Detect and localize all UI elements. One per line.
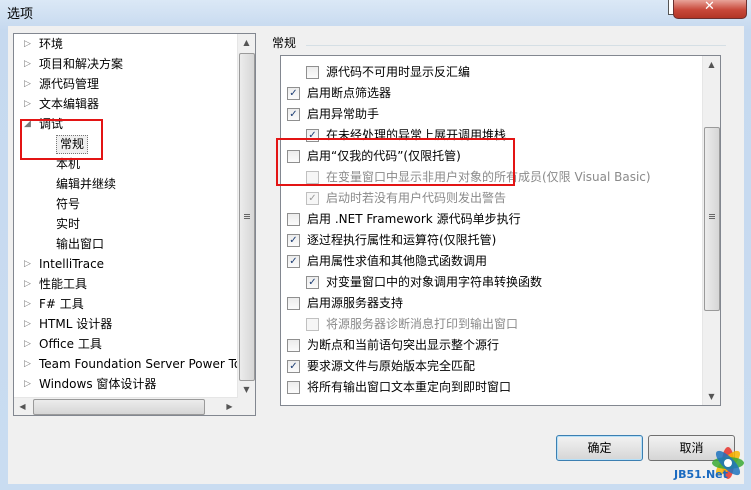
- window-title: 选项: [7, 7, 34, 22]
- ok-button[interactable]: 确定: [556, 435, 643, 461]
- section-title: 常规: [272, 36, 297, 50]
- tree-item-label: F# 工具: [39, 297, 84, 311]
- option-row[interactable]: ✓ 启用断点筛选器: [281, 83, 701, 104]
- option-row[interactable]: ✓ 逐过程执行属性和运算符(仅限托管): [281, 230, 701, 251]
- scroll-corner: [238, 398, 255, 415]
- option-label: 逐过程执行属性和运算符(仅限托管): [307, 233, 497, 247]
- tree-item-label: 编辑并继续: [56, 177, 117, 191]
- tree-item-label: Windows 窗体设计器: [39, 377, 157, 391]
- tree-item-label: HTML 设计器: [39, 317, 113, 331]
- tree-item-label: 性能工具: [39, 277, 88, 291]
- options-list[interactable]: 源代码不可用时显示反汇编 ✓ 启用断点筛选器 ✓ 启用异常助手 ✓ 在未经处理的异常上展开调…: [280, 55, 721, 406]
- option-row[interactable]: ✓ 启动时若没有用户代码则发出警告: [281, 188, 701, 209]
- scroll-up-icon[interactable]: ▲: [238, 34, 255, 51]
- watermark-text: JB51.Net: [674, 468, 728, 481]
- options-dialog: 选项 ✕ ▷ 环境 ▷ 项目和解决方案 ▷ 源代码管理 ▷ 文本编辑器 ◢ 调试 常规 本机 编辑并继续…: [0, 0, 751, 490]
- collapsed-arrow-icon[interactable]: ▷: [24, 314, 34, 334]
- collapsed-arrow-icon[interactable]: ▷: [24, 354, 34, 374]
- checkbox-checked-icon[interactable]: ✓: [287, 234, 300, 247]
- option-row[interactable]: 启用 .NET Framework 源代码单步执行: [281, 209, 701, 230]
- option-label: 为断点和当前语句突出显示整个源行: [307, 338, 500, 352]
- checkbox-unchecked-icon[interactable]: [287, 297, 300, 310]
- option-row[interactable]: ✓ 要求源文件与原始版本完全匹配: [281, 356, 701, 377]
- highlight-box-option: [276, 138, 515, 186]
- scroll-left-icon[interactable]: ◀: [14, 398, 31, 415]
- checkbox-checked-icon[interactable]: ✓: [287, 108, 300, 121]
- option-label: 启用属性求值和其他隐式函数调用: [307, 254, 488, 268]
- tree-item-label: 文本编辑器: [39, 97, 100, 111]
- checkbox-checked-icon[interactable]: ✓: [287, 360, 300, 373]
- collapsed-arrow-icon[interactable]: ▷: [24, 74, 34, 94]
- tree-item-label: 输出窗口: [56, 237, 105, 251]
- scroll-up-icon[interactable]: ▲: [703, 56, 720, 73]
- collapsed-arrow-icon[interactable]: ▷: [24, 34, 34, 54]
- tree-horizontal-scrollbar[interactable]: ◀ ▶: [14, 397, 238, 415]
- option-label: 源代码不可用时显示反汇编: [326, 65, 471, 79]
- option-row[interactable]: 源代码不可用时显示反汇编: [281, 62, 701, 83]
- checkbox-unchecked-icon[interactable]: [287, 213, 300, 226]
- checkbox-checked-icon[interactable]: ✓: [287, 87, 300, 100]
- option-label: 启动时若没有用户代码则发出警告: [326, 191, 507, 205]
- collapsed-arrow-icon[interactable]: ▷: [24, 294, 34, 314]
- option-row[interactable]: ✓ 启用异常助手: [281, 104, 701, 125]
- option-label: 启用异常助手: [307, 107, 380, 121]
- option-row[interactable]: ✓ 启用属性求值和其他隐式函数调用: [281, 251, 701, 272]
- option-row[interactable]: ✓ 对变量窗口中的对象调用字符串转换函数: [281, 272, 701, 293]
- collapsed-arrow-icon[interactable]: ▷: [24, 274, 34, 294]
- checkbox-unchecked-icon: [306, 318, 319, 331]
- tree-vertical-scrollbar[interactable]: ▲ ▼: [237, 34, 255, 398]
- tree-item-label: Office 工具: [39, 337, 102, 351]
- collapsed-arrow-icon[interactable]: ▷: [24, 254, 34, 274]
- tree-item-label: 源代码管理: [39, 77, 100, 91]
- tree-item-label: 项目和解决方案: [39, 57, 124, 71]
- scroll-right-icon[interactable]: ▶: [221, 398, 238, 415]
- highlight-box-tree: [20, 119, 103, 160]
- option-label: 对变量窗口中的对象调用字符串转换函数: [326, 275, 543, 289]
- option-row[interactable]: 启用源服务器支持: [281, 293, 701, 314]
- option-label: 启用断点筛选器: [307, 86, 392, 100]
- option-label: 将所有输出窗口文本重定向到即时窗口: [307, 380, 512, 394]
- option-row[interactable]: 将源服务器诊断消息打印到输出窗口: [281, 314, 701, 335]
- tree-item-label: 实时: [56, 217, 81, 231]
- checkbox-checked-icon[interactable]: ✓: [306, 276, 319, 289]
- close-button[interactable]: ✕: [673, 0, 747, 19]
- option-label: 将源服务器诊断消息打印到输出窗口: [326, 317, 519, 331]
- collapsed-arrow-icon[interactable]: ▷: [24, 54, 34, 74]
- checkbox-unchecked-icon[interactable]: [287, 339, 300, 352]
- tree-scroll-thumb[interactable]: [239, 53, 255, 381]
- collapsed-arrow-icon[interactable]: ▷: [24, 374, 34, 394]
- checkbox-unchecked-icon[interactable]: [287, 381, 300, 394]
- checkbox-checked-icon: ✓: [306, 192, 319, 205]
- scroll-down-icon[interactable]: ▼: [703, 388, 720, 405]
- option-label: 启用 .NET Framework 源代码单步执行: [307, 212, 521, 226]
- tree-hscroll-thumb[interactable]: [33, 399, 205, 415]
- collapsed-arrow-icon[interactable]: ▷: [24, 94, 34, 114]
- tree-item-label: 符号: [56, 197, 81, 211]
- option-label: 要求源文件与原始版本完全匹配: [307, 359, 476, 373]
- title-bar[interactable]: 选项 ✕: [0, 0, 751, 26]
- checkbox-unchecked-icon[interactable]: [306, 66, 319, 79]
- category-tree[interactable]: ▷ 环境 ▷ 项目和解决方案 ▷ 源代码管理 ▷ 文本编辑器 ◢ 调试 常规 本机 编辑并继续 符号 实时输…: [13, 33, 256, 416]
- option-row[interactable]: 为断点和当前语句突出显示整个源行: [281, 335, 701, 356]
- tree-item-label: IntelliTrace: [39, 257, 105, 271]
- tree-item-label: Team Foundation Server Power Tools: [39, 357, 256, 371]
- tree-item-label: 环境: [39, 37, 64, 51]
- option-label: 启用源服务器支持: [307, 296, 404, 310]
- close-icon: ✕: [704, 0, 715, 14]
- option-row[interactable]: 将所有输出窗口文本重定向到即时窗口: [281, 377, 701, 398]
- collapsed-arrow-icon[interactable]: ▷: [24, 334, 34, 354]
- section-divider: [306, 45, 726, 46]
- checkbox-checked-icon[interactable]: ✓: [287, 255, 300, 268]
- options-scroll-thumb[interactable]: [704, 127, 720, 311]
- scroll-down-icon[interactable]: ▼: [238, 381, 255, 398]
- options-vertical-scrollbar[interactable]: ▲ ▼: [702, 56, 720, 405]
